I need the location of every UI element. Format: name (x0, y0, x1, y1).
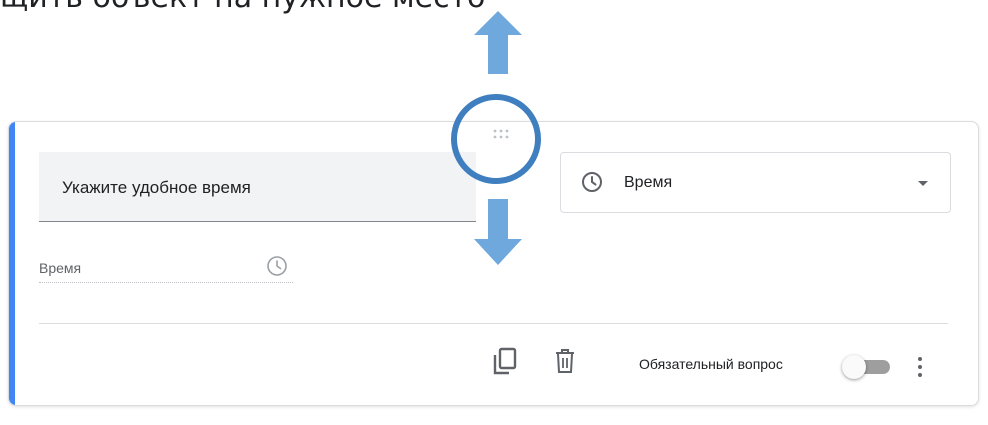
copy-icon[interactable] (492, 346, 518, 376)
more-dot (918, 365, 922, 369)
toggle-knob (842, 355, 866, 379)
more-dot (918, 357, 922, 361)
clock-icon (267, 256, 287, 276)
required-toggle[interactable] (842, 355, 892, 381)
instruction-caption: щить объект на нужное место (0, 0, 485, 15)
annotation-highlight-circle (451, 94, 541, 184)
time-answer-field[interactable]: Время (39, 252, 293, 283)
clock-icon (582, 172, 602, 192)
arrow-up-icon (474, 11, 522, 74)
question-type-label: Время (624, 174, 673, 191)
time-answer-placeholder: Время (39, 260, 82, 276)
question-title-field[interactable]: Укажите удобное время (39, 152, 476, 222)
trash-icon[interactable] (554, 348, 576, 374)
chevron-down-icon (918, 181, 928, 186)
footer-divider (39, 323, 948, 324)
active-accent-bar (9, 122, 15, 405)
more-dot (918, 373, 922, 377)
arrow-down-icon (474, 199, 522, 265)
question-type-dropdown[interactable]: Время (560, 152, 951, 213)
required-question-label: Обязательный вопрос (639, 356, 783, 372)
question-title-text: Укажите удобное время (62, 178, 251, 197)
more-vert-icon[interactable] (914, 354, 926, 380)
